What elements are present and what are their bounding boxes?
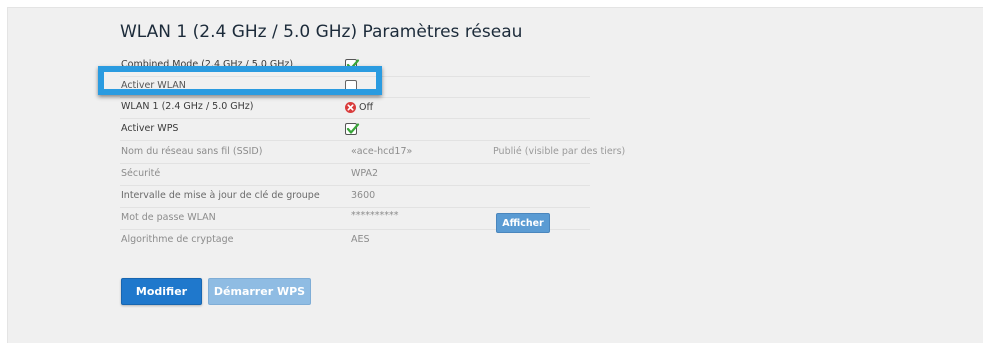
wlan1-status: Off (345, 100, 373, 114)
wlan-password-label: Mot de passe WLAN (121, 212, 216, 223)
encryption-value: AES (351, 234, 370, 245)
wlan1-status-row: WLAN 1 (2.4 GHz / 5.0 GHz) Off (8, 97, 983, 119)
modify-button[interactable]: Modifier (121, 278, 202, 305)
show-password-button[interactable]: Afficher (496, 213, 550, 233)
enable-wps-checkbox[interactable] (345, 123, 360, 135)
group-key-interval-value: 3600 (351, 190, 376, 201)
wlan1-status-label: WLAN 1 (2.4 GHz / 5.0 GHz) (121, 101, 254, 112)
highlight-box (98, 66, 382, 95)
security-value: WPA2 (351, 168, 379, 179)
start-wps-button[interactable]: Démarrer WPS (208, 278, 311, 305)
ssid-label: Nom du réseau sans fil (SSID) (121, 146, 263, 157)
off-status-icon (345, 101, 356, 113)
ssid-value: «ace-hcd17» (351, 146, 413, 157)
encryption-label: Algorithme de cryptage (121, 234, 234, 245)
enable-wps-label: Activer WPS (121, 123, 179, 134)
ssid-row: Nom du réseau sans fil (SSID) «ace-hcd17… (8, 142, 983, 164)
security-label: Sécurité (121, 168, 161, 179)
enable-wps-row: Activer WPS (8, 119, 983, 141)
row-divider (120, 140, 590, 141)
encryption-row: Algorithme de cryptage AES (8, 230, 983, 252)
group-key-interval-row: Intervalle de mise à jour de clé de grou… (8, 186, 983, 208)
check-icon (346, 123, 360, 134)
wlan-password-value: ********** (351, 210, 399, 221)
group-key-interval-label: Intervalle de mise à jour de clé de grou… (121, 190, 320, 201)
ssid-visibility: Publié (visible par des tiers) (493, 146, 626, 157)
settings-panel: WLAN 1 (2.4 GHz / 5.0 GHz) Paramètres ré… (7, 7, 983, 343)
page-title: WLAN 1 (2.4 GHz / 5.0 GHz) Paramètres ré… (120, 22, 523, 42)
wlan1-status-value: Off (359, 101, 374, 113)
security-row: Sécurité WPA2 (8, 164, 983, 186)
